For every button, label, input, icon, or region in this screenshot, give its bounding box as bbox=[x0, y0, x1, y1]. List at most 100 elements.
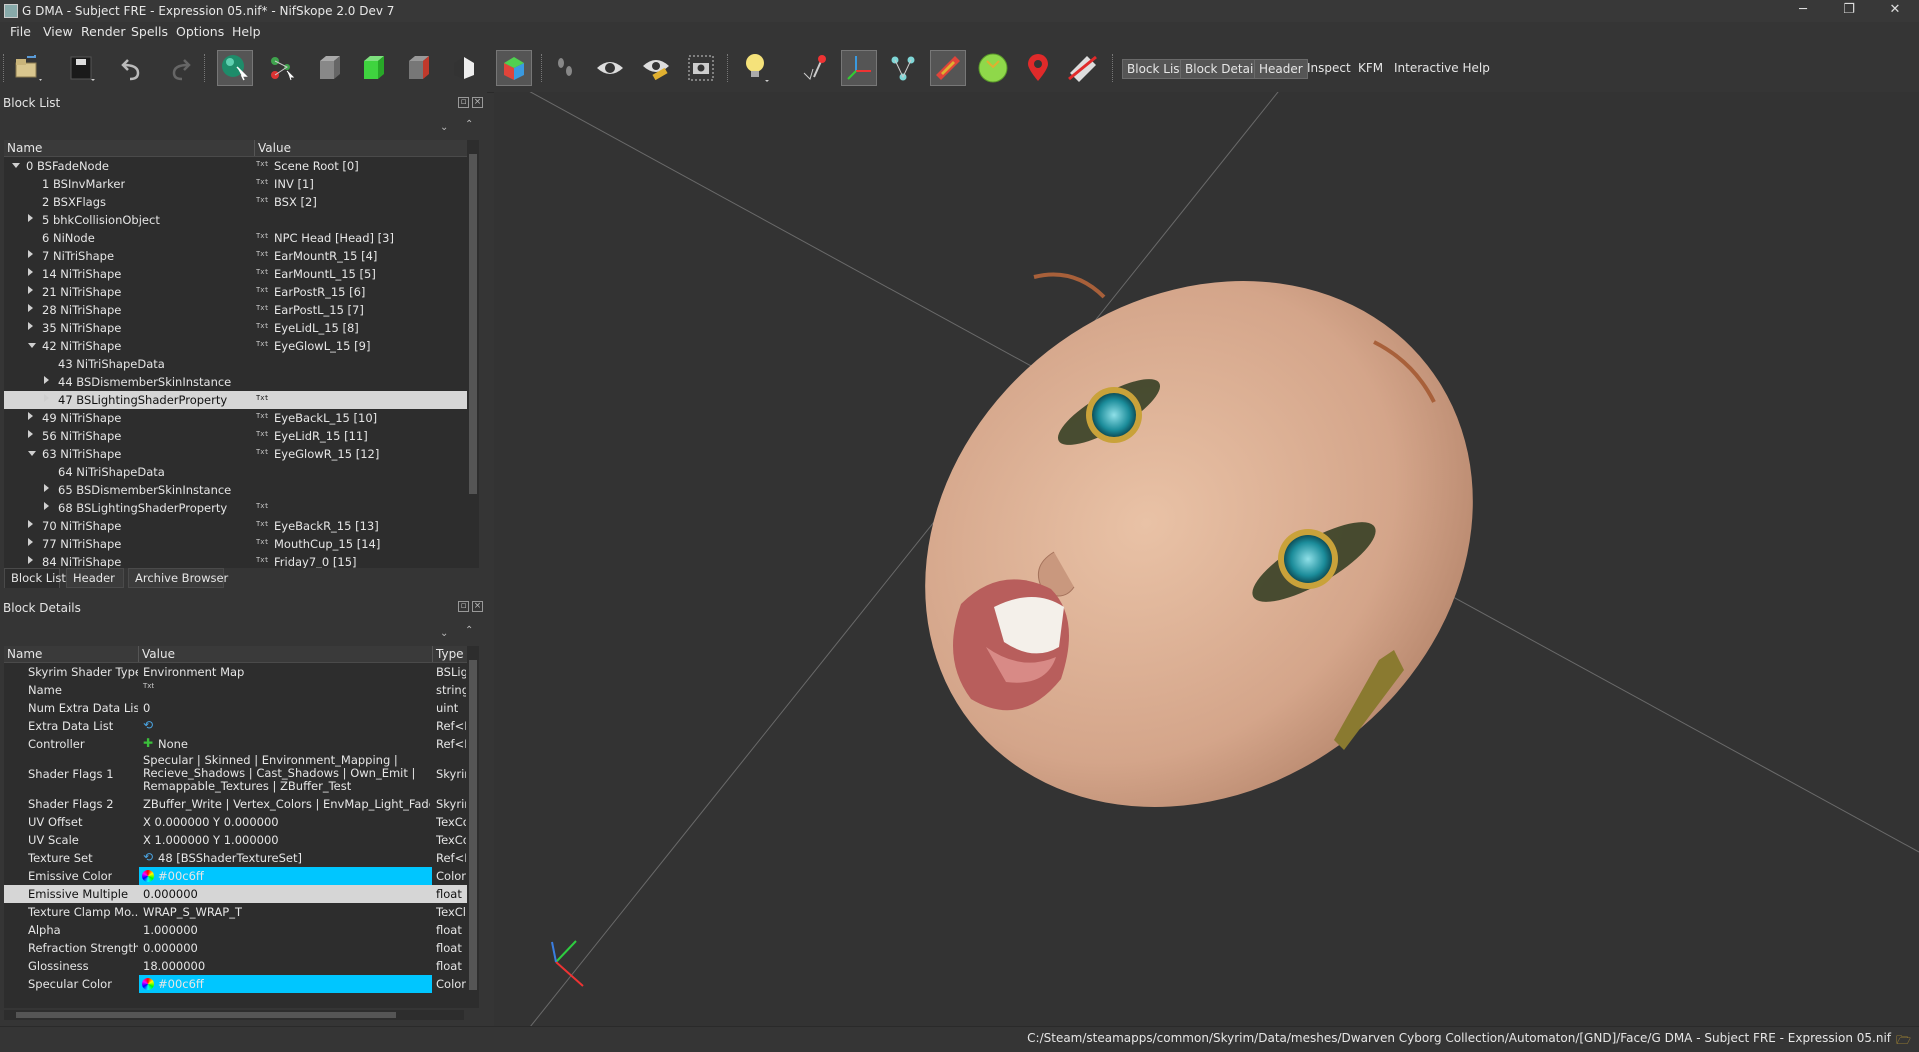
collapsed-arrow-icon[interactable] bbox=[44, 394, 49, 402]
detail-value[interactable]: 0.000000 bbox=[143, 887, 198, 901]
collapsed-arrow-icon[interactable] bbox=[28, 430, 33, 438]
column-value[interactable]: Value bbox=[258, 141, 291, 155]
collapse-all-icon[interactable]: ⌄ bbox=[440, 628, 448, 639]
toolbar-interactive-help-button[interactable]: Interactive Help bbox=[1390, 59, 1494, 77]
block-tree-row[interactable]: 77 NiTriShape Txt MouthCup_15 [14] bbox=[4, 535, 469, 553]
toolbar-inspect-button[interactable]: Inspect bbox=[1303, 59, 1355, 77]
block-tree-row[interactable]: 42 NiTriShape Txt EyeGlowL_15 [9] bbox=[4, 337, 469, 355]
collapsed-arrow-icon[interactable] bbox=[28, 412, 33, 420]
expanded-arrow-icon[interactable] bbox=[28, 451, 36, 456]
vertices-icon[interactable] bbox=[885, 50, 921, 86]
collapsed-arrow-icon[interactable] bbox=[28, 538, 33, 546]
detail-row[interactable]: Texture Clamp Mo... WRAP_S_WRAP_T TexCl bbox=[4, 903, 469, 921]
menu-view[interactable]: View bbox=[43, 24, 73, 39]
tab-header[interactable]: Header bbox=[66, 568, 124, 588]
block-tree-row[interactable]: 47 BSLightingShaderProperty Txt bbox=[4, 391, 469, 409]
detail-value[interactable]: None bbox=[158, 737, 188, 751]
detail-row[interactable]: Glossiness 18.000000 float bbox=[4, 957, 469, 975]
toolbar-header-button[interactable]: Header bbox=[1254, 59, 1308, 79]
detail-value[interactable]: X 0.000000 Y 0.000000 bbox=[143, 815, 279, 829]
collapsed-arrow-icon[interactable] bbox=[44, 376, 49, 384]
menu-spells[interactable]: Spells bbox=[131, 24, 168, 39]
detail-row[interactable]: UV Offset X 0.000000 Y 0.000000 TexCo bbox=[4, 813, 469, 831]
block-tree-row[interactable]: 6 NiNode Txt NPC Head [Head] [3] bbox=[4, 229, 469, 247]
detail-value[interactable]: X 1.000000 Y 1.000000 bbox=[143, 833, 279, 847]
undo-icon[interactable] bbox=[116, 50, 152, 86]
detail-row[interactable]: Emissive Color #00c6ff Color bbox=[4, 867, 469, 885]
block-tree-row[interactable]: 2 BSXFlags Txt BSX [2] bbox=[4, 193, 469, 211]
block-tree-row[interactable]: 49 NiTriShape Txt EyeBackL_15 [10] bbox=[4, 409, 469, 427]
detail-row[interactable]: Extra Data List ⟲ Ref<N bbox=[4, 717, 469, 735]
close-dock-icon[interactable]: × bbox=[472, 97, 483, 108]
load-icon[interactable] bbox=[10, 50, 46, 86]
collapsed-arrow-icon[interactable] bbox=[28, 520, 33, 528]
block-tree-row[interactable]: 5 bhkCollisionObject bbox=[4, 211, 469, 229]
detail-row[interactable]: UV Scale X 1.000000 Y 1.000000 TexCo bbox=[4, 831, 469, 849]
float-icon[interactable]: ▫ bbox=[458, 601, 469, 612]
eye-icon[interactable] bbox=[592, 50, 628, 86]
block-tree-row[interactable]: 44 BSDismemberSkinInstance bbox=[4, 373, 469, 391]
detail-value[interactable]: 1.000000 bbox=[143, 923, 198, 937]
close-dock-icon[interactable]: × bbox=[472, 601, 483, 612]
folder-icon[interactable]: 🗁 bbox=[1896, 1031, 1911, 1052]
detail-value[interactable]: 48 [BSShaderTextureSet] bbox=[158, 851, 302, 865]
nodes-icon[interactable] bbox=[264, 50, 300, 86]
menu-file[interactable]: File bbox=[10, 24, 31, 39]
detail-value[interactable]: #00c6ff bbox=[158, 977, 204, 991]
column-value[interactable]: Value bbox=[142, 647, 175, 661]
detail-row[interactable]: Emissive Multiple 0.000000 float bbox=[4, 885, 469, 903]
link-icon[interactable]: ⟲ bbox=[143, 718, 153, 732]
lightbulb-icon[interactable] bbox=[738, 50, 774, 86]
detail-value[interactable]: WRAP_S_WRAP_T bbox=[143, 905, 242, 919]
column-name[interactable]: Name bbox=[7, 141, 42, 155]
block-details-scrollbar[interactable] bbox=[467, 646, 479, 1008]
detail-value[interactable]: ZBuffer_Write | Vertex_Colors | EnvMap_L… bbox=[143, 797, 430, 811]
detail-row[interactable]: Refraction Strength 0.000000 float bbox=[4, 939, 469, 957]
viewport-canvas[interactable] bbox=[494, 92, 1919, 1026]
no-draw-icon[interactable] bbox=[1065, 50, 1101, 86]
block-tree-scrollbar[interactable] bbox=[467, 140, 479, 568]
txt-icon[interactable]: Txt bbox=[143, 682, 154, 690]
color-cube-icon[interactable] bbox=[496, 50, 532, 86]
block-tree-row[interactable]: 21 NiTriShape Txt EarPostR_15 [6] bbox=[4, 283, 469, 301]
collapsed-arrow-icon[interactable] bbox=[28, 214, 33, 222]
detail-row[interactable]: Texture Set ⟲ 48 [BSShaderTextureSet] Ref<E bbox=[4, 849, 469, 867]
tab-archive-browser[interactable]: Archive Browser bbox=[128, 568, 228, 588]
block-tree-row[interactable]: 0 BSFadeNode Txt Scene Root [0] bbox=[4, 157, 469, 175]
detail-row[interactable]: Shader Flags 1 Specular | Skinned | Envir… bbox=[4, 753, 469, 795]
cube-gray-icon[interactable] bbox=[312, 50, 348, 86]
collapsed-arrow-icon[interactable] bbox=[28, 286, 33, 294]
block-tree-row[interactable]: 84 NiTriShape Txt Friday7_0 [15] bbox=[4, 553, 469, 568]
detail-row[interactable]: Shader Flags 2 ZBuffer_Write | Vertex_Col… bbox=[4, 795, 469, 813]
collapsed-arrow-icon[interactable] bbox=[28, 304, 33, 312]
detail-row[interactable]: Skyrim Shader Type Environment Map BSLig bbox=[4, 663, 469, 681]
block-tree[interactable]: Name Value 0 BSFadeNode Txt Scene Root [0]… bbox=[4, 140, 479, 568]
block-tree-row[interactable]: 63 NiTriShape Txt EyeGlowR_15 [12] bbox=[4, 445, 469, 463]
float-icon[interactable]: ▫ bbox=[458, 97, 469, 108]
minimize-button[interactable]: ─ bbox=[1780, 0, 1826, 22]
toolbar-kfm-button[interactable]: KFM bbox=[1354, 59, 1387, 77]
block-tree-row[interactable]: 14 NiTriShape Txt EarMountL_15 [5] bbox=[4, 265, 469, 283]
3d-viewport[interactable] bbox=[494, 92, 1919, 1026]
column-name[interactable]: Name bbox=[7, 647, 42, 661]
camera-icon[interactable] bbox=[683, 50, 719, 86]
collapsed-arrow-icon[interactable] bbox=[28, 556, 33, 564]
block-tree-row[interactable]: 35 NiTriShape Txt EyeLidL_15 [8] bbox=[4, 319, 469, 337]
close-button[interactable]: ✕ bbox=[1872, 0, 1918, 22]
sphere-select-icon[interactable] bbox=[217, 50, 253, 86]
detail-value[interactable]: #00c6ff bbox=[158, 869, 204, 883]
marker-icon[interactable] bbox=[797, 50, 833, 86]
detail-value[interactable]: 18.000000 bbox=[143, 959, 205, 973]
collapse-all-icon[interactable]: ⌄ bbox=[440, 122, 448, 133]
link-icon[interactable]: ⟲ bbox=[143, 850, 153, 864]
block-details-table[interactable]: Name Value Type Skyrim Shader Type Enviro… bbox=[4, 646, 479, 1008]
axes-icon[interactable] bbox=[841, 50, 877, 86]
block-tree-scroll-thumb[interactable] bbox=[469, 154, 477, 494]
block-tree-row[interactable]: 65 BSDismemberSkinInstance bbox=[4, 481, 469, 499]
tab-block-list[interactable]: Block List bbox=[4, 568, 66, 588]
block-details-hscrollbar[interactable] bbox=[4, 1010, 464, 1020]
block-tree-row[interactable]: 43 NiTriShapeData bbox=[4, 355, 469, 373]
hscroll-thumb[interactable] bbox=[16, 1012, 396, 1018]
detail-value[interactable]: Environment Map bbox=[143, 665, 244, 679]
green-circle-icon[interactable] bbox=[975, 50, 1011, 86]
